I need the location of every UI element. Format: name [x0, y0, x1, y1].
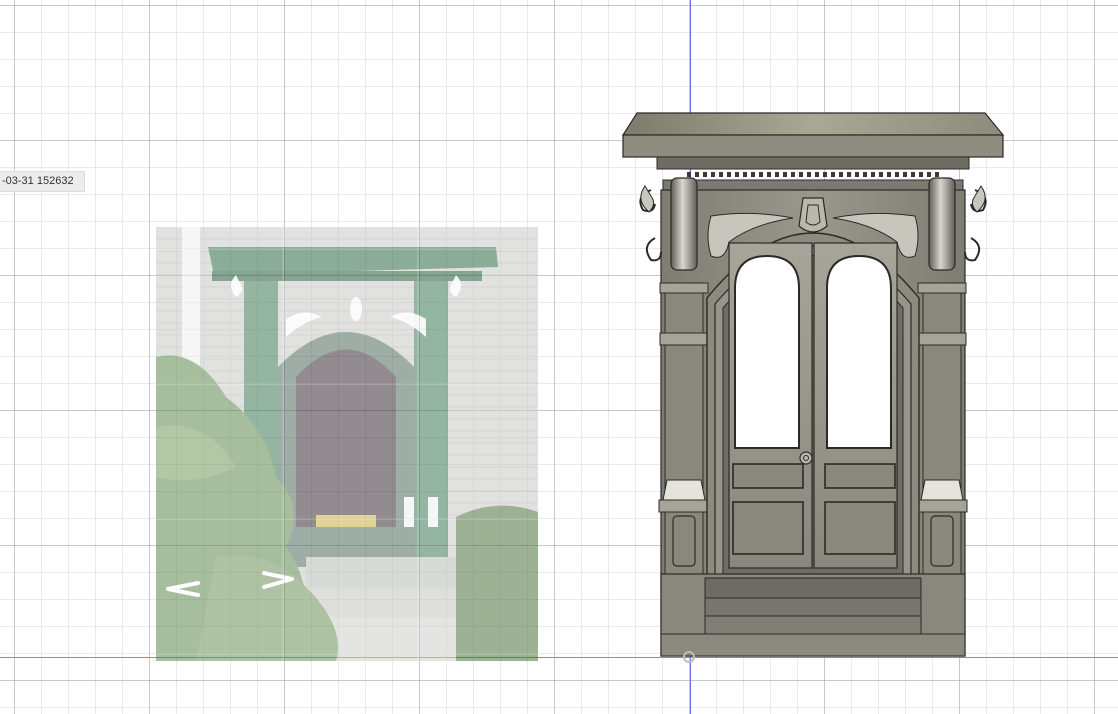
canvas-image-label[interactable]: -03-31 152632	[0, 171, 85, 192]
door-knob-icon	[799, 451, 813, 465]
attached-canvas-photo[interactable]	[156, 227, 538, 661]
origin-marker[interactable]	[683, 651, 695, 663]
portico-model[interactable]	[615, 108, 1010, 660]
